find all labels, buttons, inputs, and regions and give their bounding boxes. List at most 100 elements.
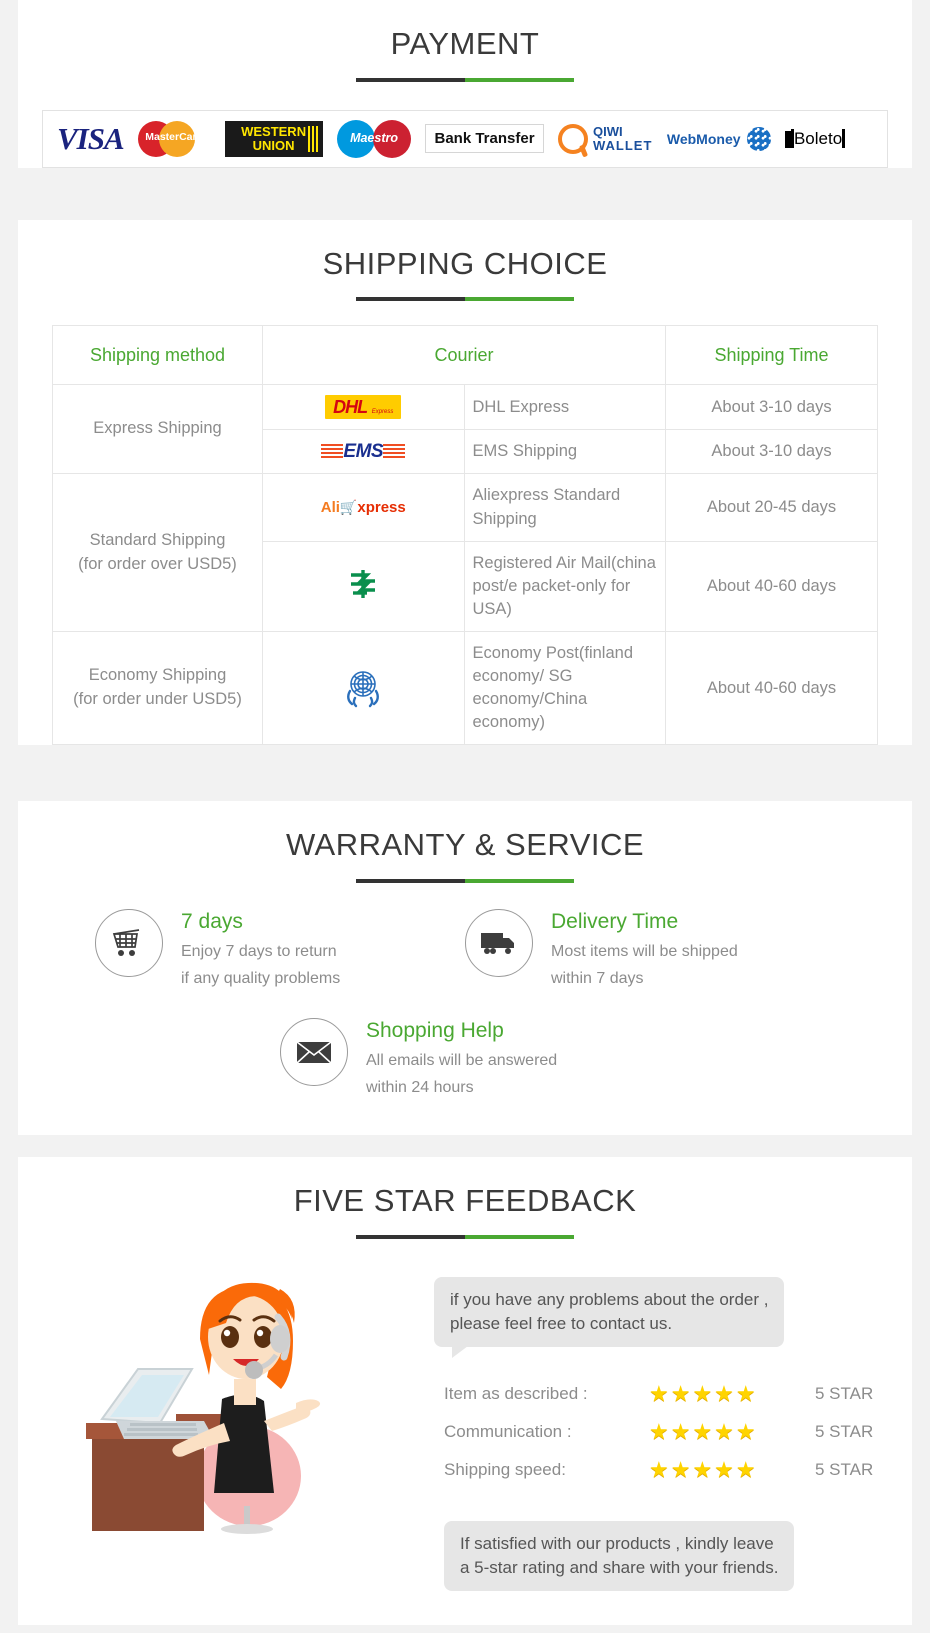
header-shipping-time: Shipping Time — [665, 325, 878, 386]
rating-stars: ★★★★★ — [649, 1456, 758, 1482]
method-economy-note: (for order under USD5) — [73, 690, 242, 709]
mastercard-logo: MasterCard — [138, 119, 210, 159]
warranty-line2: within 24 hours — [366, 1078, 474, 1096]
qiwi-wallet-logo: QIWI WALLET — [557, 123, 653, 154]
rating-row: Item as described : ★★★★★ 5 STAR — [444, 1381, 886, 1407]
rating-list: Item as described : ★★★★★ 5 STAR Communi… — [444, 1381, 886, 1483]
time-ems-shipping: About 3-10 days — [665, 429, 878, 475]
page-bottom-gap — [0, 1625, 930, 1633]
underline-green-half — [465, 77, 574, 82]
feedback-section: FIVE STAR FEEDBACK if you have any probl… — [18, 1156, 912, 1626]
warranty-line2: if any quality problems — [181, 969, 341, 987]
warranty-heading: Shopping Help — [366, 1018, 504, 1042]
warranty-item-delivery: Delivery Time Most items will be shipped… — [465, 908, 835, 992]
qiwi-line2: WALLET — [592, 137, 653, 153]
boleto-logo: Boleto — [784, 128, 873, 149]
webmoney-logo: WebMoney — [666, 126, 771, 151]
webmoney-label: WebMoney — [666, 130, 741, 147]
table-row: Standard Shipping (for order over USD5) … — [52, 473, 878, 632]
mastercard-label: MasterCard — [145, 130, 204, 143]
shipping-title: SHIPPING CHOICE — [322, 245, 608, 281]
underline-green-half — [465, 878, 574, 883]
western-union-logo: WESTERN UNION — [224, 120, 323, 157]
warranty-heading: 7 days — [181, 909, 243, 933]
qiwi-ring-icon — [557, 123, 588, 154]
courier-aliexpress-standard: Aliexpress Standard Shipping — [463, 473, 666, 542]
section-gap — [0, 1134, 930, 1157]
united-nations-globe-icon — [347, 670, 380, 707]
method-standard-label: Standard Shipping — [89, 530, 226, 549]
underline-dark-half — [356, 297, 465, 302]
payment-methods-strip: VISA MasterCard WESTERN UNION Maestro Ba… — [42, 109, 888, 168]
rating-request-line2: a 5-star rating and share with your frie… — [460, 1557, 779, 1577]
courier-ems-shipping: EMS Shipping — [463, 429, 666, 475]
shopping-cart-icon: 🛒 — [339, 499, 358, 516]
time-registered-air-mail: About 40-60 days — [665, 540, 878, 632]
rating-request-bubble: If satisfied with our products , kindly … — [444, 1520, 795, 1592]
warranty-item-shopping-help: Shopping Help All emails will be answere… — [280, 1017, 650, 1101]
table-row: Express Shipping DHL Express DHL Express… — [52, 384, 878, 475]
rating-stars: ★★★★★ — [649, 1380, 758, 1406]
courier-economy-post: Economy Post(finland economy/ SG economy… — [463, 630, 666, 746]
ems-logo-text: EMS — [343, 440, 384, 462]
maestro-logo: Maestro — [337, 119, 412, 158]
feedback-title: FIVE STAR FEEDBACK — [293, 1182, 637, 1218]
warranty-heading: Delivery Time — [551, 909, 679, 933]
warranty-line1: All emails will be answered — [366, 1052, 558, 1070]
shipping-section: SHIPPING CHOICE Shipping method Courier … — [18, 219, 912, 746]
method-standard-note: (for order over USD5) — [78, 554, 237, 573]
product-description-page: PAYMENT VISA MasterCard WESTERN UNION Ma… — [0, 0, 930, 1633]
contact-bubble-line2: please feel free to contact us. — [450, 1313, 673, 1333]
dhl-logo: DHL Express — [262, 384, 465, 431]
underline-dark-half — [356, 77, 465, 82]
table-row: Economy Shipping (for order under USD5) — [52, 630, 878, 746]
section-gap — [0, 197, 930, 220]
rating-row: Shipping speed: ★★★★★ 5 STAR — [444, 1457, 886, 1483]
payment-title-underline — [356, 77, 574, 82]
rating-label: Communication : — [444, 1421, 572, 1441]
qiwi-line1: QIWI — [592, 123, 623, 139]
underline-dark-half — [356, 1234, 465, 1239]
warranty-item-returns: 7 days Enjoy 7 days to return if any qua… — [95, 908, 465, 992]
ems-left-stripes — [321, 443, 344, 459]
warranty-title: WARRANTY & SERVICE — [285, 827, 645, 863]
courier-dhl-express: DHL Express — [463, 384, 666, 431]
courier-registered-air-mail: Registered Air Mail(china post/e packet-… — [463, 540, 666, 632]
header-shipping-method: Shipping method — [52, 325, 263, 386]
time-aliexpress-standard: About 20-45 days — [665, 473, 878, 542]
china-post-icon — [351, 569, 376, 598]
ems-logo: EMS — [262, 429, 465, 475]
ems-right-stripes — [383, 443, 406, 459]
aliexpress-logo-text1: Ali — [320, 499, 340, 517]
envelope-icon — [280, 1017, 348, 1086]
warranty-line1: Enjoy 7 days to return — [181, 943, 337, 961]
un-post-logo — [262, 630, 465, 746]
aliexpress-logo: Ali🛒xpress — [262, 473, 465, 542]
delivery-truck-icon — [465, 908, 533, 977]
rating-stars: ★★★★★ — [649, 1418, 758, 1444]
aliexpress-logo-text2: xpress — [357, 499, 406, 517]
warranty-line1: Most items will be shipped — [551, 943, 738, 961]
contact-bubble-line1: if you have any problems about the order… — [450, 1289, 769, 1309]
shopping-cart-icon — [95, 908, 163, 977]
method-standard: Standard Shipping (for order over USD5) — [52, 473, 263, 632]
western-union-line2: UNION — [252, 137, 295, 153]
western-union-line1: WESTERN — [241, 123, 307, 139]
payment-section: PAYMENT VISA MasterCard WESTERN UNION Ma… — [18, 0, 912, 168]
time-economy-post: About 40-60 days — [665, 630, 878, 746]
table-header-row: Shipping method Courier Shipping Time — [52, 325, 878, 386]
header-courier: Courier — [262, 325, 666, 386]
customer-service-agent-illustration — [44, 1261, 434, 1534]
rating-row: Communication : ★★★★★ 5 STAR — [444, 1419, 886, 1445]
maestro-label: Maestro — [350, 130, 398, 145]
contact-bubble: if you have any problems about the order… — [434, 1276, 785, 1359]
western-union-bars — [307, 125, 318, 152]
bank-transfer-logo: Bank Transfer — [425, 124, 544, 154]
method-economy: Economy Shipping (for order under USD5) — [52, 630, 263, 746]
shipping-title-underline — [356, 297, 574, 302]
warranty-section: WARRANTY & SERVICE 7 days Enjoy 7 days t… — [18, 801, 912, 1135]
feedback-title-underline — [356, 1234, 574, 1239]
payment-title: PAYMENT — [390, 26, 540, 61]
dhl-logo-subtext: Express — [371, 409, 394, 416]
china-post-logo — [262, 540, 465, 632]
